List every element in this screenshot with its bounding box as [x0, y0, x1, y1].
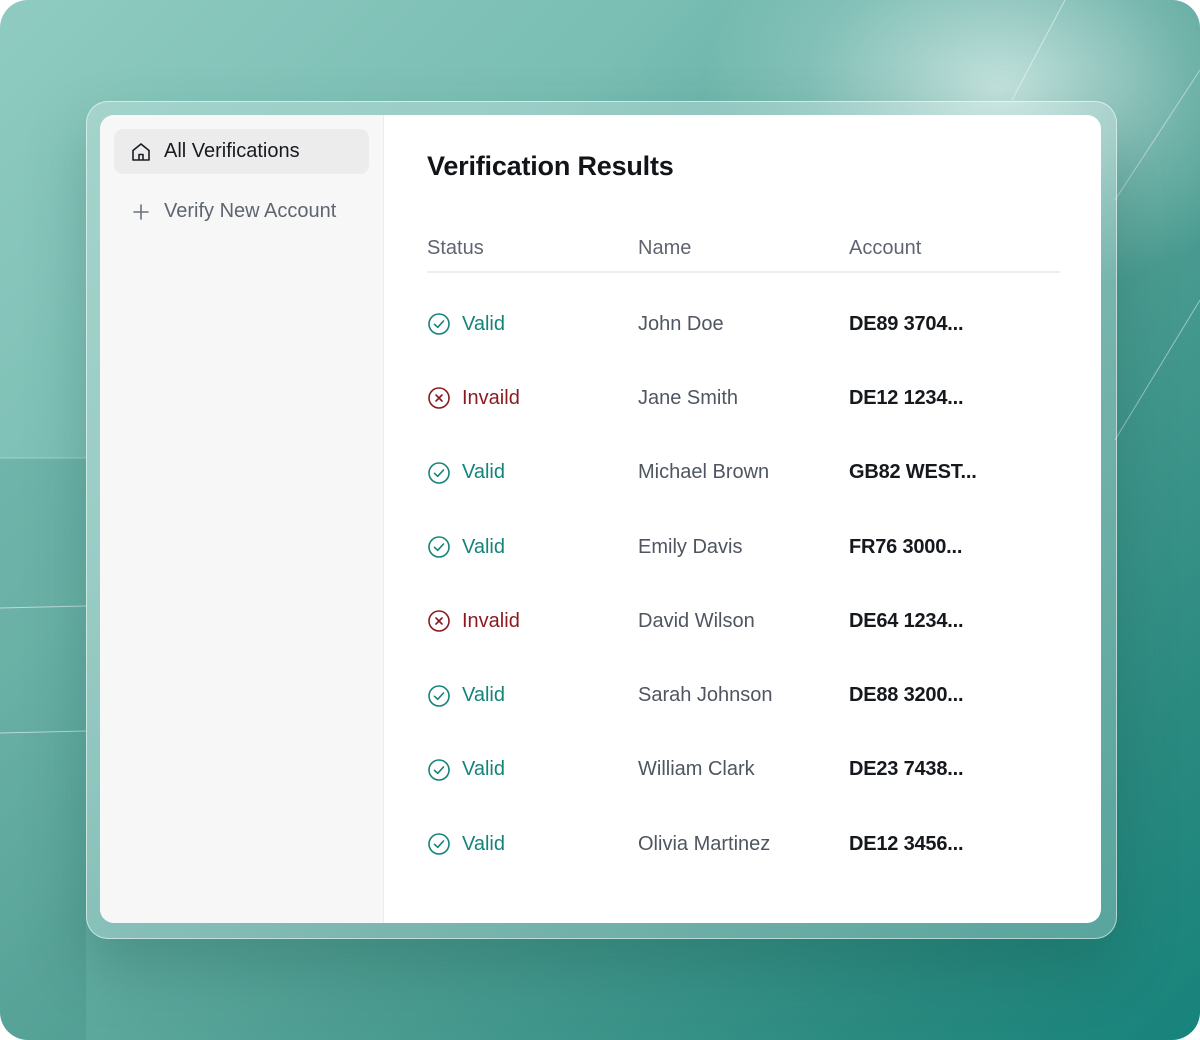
row-name: David Wilson: [638, 609, 755, 632]
status-label: Valid: [462, 312, 505, 335]
sidebar-item-verify-new-account[interactable]: Verify New Account: [114, 189, 369, 234]
table-row[interactable]: Valid Michael Brown GB82 WEST...: [427, 436, 1060, 510]
column-header-name: Name: [638, 236, 692, 259]
row-name: Sarah Johnson: [638, 684, 773, 707]
check-circle-icon: [427, 312, 451, 336]
row-account: DE89 3704...: [849, 312, 964, 335]
column-header-status: Status: [427, 236, 484, 259]
status-label: Valid: [462, 461, 505, 484]
check-circle-icon: [427, 832, 451, 856]
row-account: DE88 3200...: [849, 684, 964, 707]
row-name: Emily Davis: [638, 535, 743, 558]
row-account: FR76 3000...: [849, 535, 963, 558]
check-circle-icon: [427, 461, 451, 485]
status-label: Valid: [462, 758, 505, 781]
check-circle-icon: [427, 684, 451, 708]
row-account: GB82 WEST...: [849, 461, 977, 484]
status-label: Valid: [462, 684, 505, 707]
table-row[interactable]: Valid Emily Davis FR76 3000...: [427, 510, 1060, 584]
background: All Verifications Verify New Account Ver…: [0, 0, 1200, 1040]
plus-icon: [130, 201, 152, 223]
row-account: DE12 1234...: [849, 386, 964, 409]
sidebar: All Verifications Verify New Account: [100, 115, 384, 923]
check-circle-icon: [427, 758, 451, 782]
row-name: John Doe: [638, 312, 724, 335]
table-row[interactable]: Valid Sarah Johnson DE88 3200...: [427, 658, 1060, 732]
table-header: Status Name Account: [427, 225, 1060, 273]
app-window: All Verifications Verify New Account Ver…: [100, 115, 1101, 923]
table-row[interactable]: Invaild Jane Smith DE12 1234...: [427, 361, 1060, 435]
row-account: DE64 1234...: [849, 609, 964, 632]
main-content: Verification Results Status Name Account…: [384, 115, 1101, 923]
row-account: DE12 3456...: [849, 832, 964, 855]
page-title: Verification Results: [427, 151, 674, 181]
sidebar-item-all-verifications[interactable]: All Verifications: [114, 129, 369, 174]
status-label: Valid: [462, 535, 505, 558]
x-circle-icon: [427, 609, 451, 633]
row-name: Olivia Martinez: [638, 832, 771, 855]
row-name: Michael Brown: [638, 461, 770, 484]
table-row[interactable]: Invalid David Wilson DE64 1234...: [427, 584, 1060, 658]
column-header-account: Account: [849, 236, 922, 259]
row-account: DE23 7438...: [849, 758, 964, 781]
row-name: William Clark: [638, 758, 755, 781]
sidebar-item-label: Verify New Account: [164, 200, 337, 222]
status-label: Invaild: [462, 386, 520, 409]
sidebar-item-label: All Verifications: [164, 140, 300, 162]
row-name: Jane Smith: [638, 386, 739, 409]
home-icon: [130, 141, 152, 163]
check-circle-icon: [427, 535, 451, 559]
status-label: Valid: [462, 832, 505, 855]
table-row[interactable]: Valid William Clark DE23 7438...: [427, 733, 1060, 807]
status-label: Invalid: [462, 609, 520, 632]
x-circle-icon: [427, 386, 451, 410]
table-body: Valid John Doe DE89 3704... Invaild Jane…: [427, 287, 1060, 881]
table-row[interactable]: Valid John Doe DE89 3704...: [427, 287, 1060, 361]
table-row[interactable]: Valid Olivia Martinez DE12 3456...: [427, 807, 1060, 881]
